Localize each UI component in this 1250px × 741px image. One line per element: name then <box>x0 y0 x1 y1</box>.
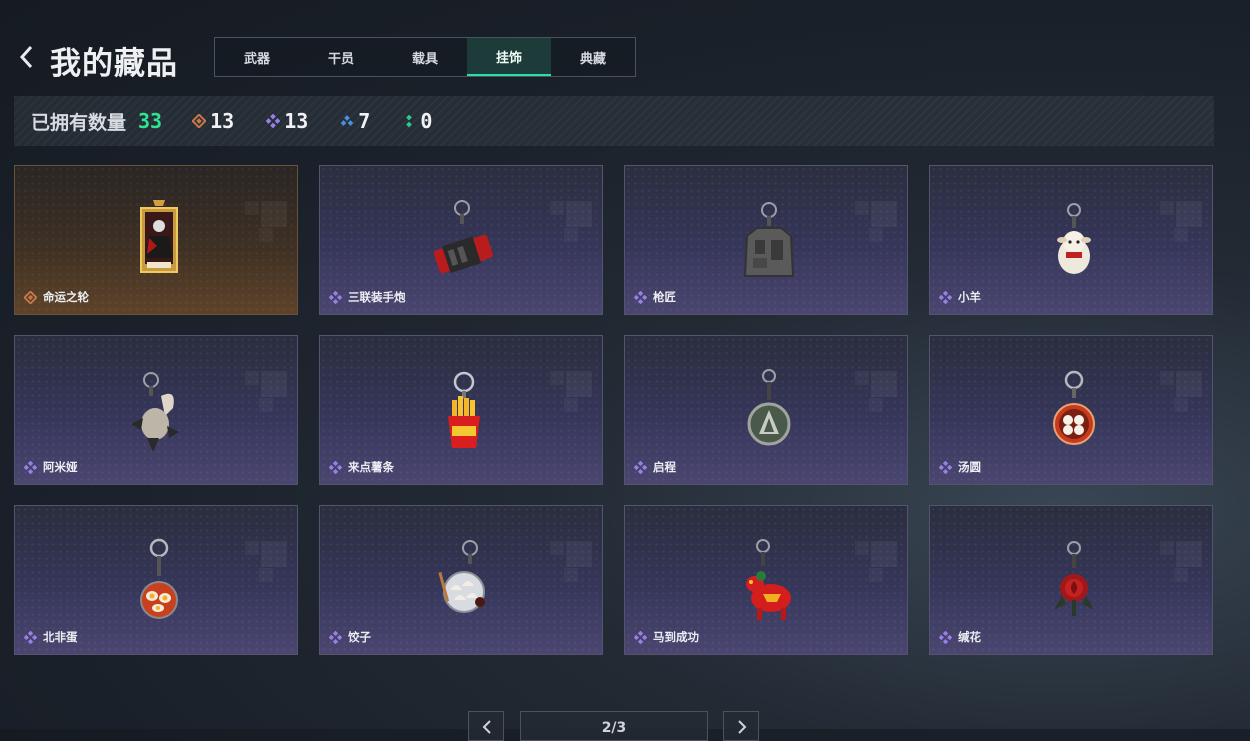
charm-name: 饺子 <box>348 630 371 644</box>
purple-diamond-icon <box>266 114 281 128</box>
purple-rarity-icon <box>634 461 647 474</box>
charm-name: 缄花 <box>958 630 981 644</box>
gold-rarity-icon <box>24 291 37 304</box>
charm-card[interactable]: 缄花 <box>929 505 1213 655</box>
purple-rarity-icon <box>939 461 952 474</box>
charm-name: 来点薯条 <box>348 460 394 474</box>
purple-rarity-icon <box>634 631 647 644</box>
owned-label: 已拥有数量 <box>31 111 127 134</box>
charm-name: 枪匠 <box>653 290 676 304</box>
charm-card[interactable]: 命运之轮 <box>14 165 298 315</box>
purple-rarity-icon <box>24 461 37 474</box>
amiya-rabbit-charm <box>131 372 179 452</box>
charm-card[interactable]: 启程 <box>624 335 908 485</box>
chevron-left-icon <box>482 720 491 734</box>
tangyuan-bowl-charm <box>1053 370 1095 445</box>
charm-card[interactable]: 阿米娅 <box>14 335 298 485</box>
red-horse-charm <box>746 539 791 620</box>
charm-name: 北非蛋 <box>43 630 78 644</box>
tab-collection[interactable]: 典藏 <box>551 38 635 76</box>
purple-rarity-icon <box>939 631 952 644</box>
departure-medal-charm <box>747 369 791 446</box>
green-dots-icon <box>406 114 413 128</box>
lamb-charm <box>1057 203 1091 274</box>
blue-count: 7 <box>340 109 370 133</box>
charm-card[interactable]: 北非蛋 <box>14 505 298 655</box>
green-count: 0 <box>402 109 432 133</box>
chevron-left-icon <box>19 45 33 69</box>
charm-card[interactable]: 汤圆 <box>929 335 1213 485</box>
dumplings-plate-charm <box>438 540 485 613</box>
purple-rarity-icon <box>24 631 37 644</box>
owned-total: 33 <box>138 109 163 133</box>
charm-card[interactable]: 小羊 <box>929 165 1213 315</box>
page-title: 我的藏品 <box>50 46 178 82</box>
rose-charm <box>1054 541 1094 616</box>
tab-weapons[interactable]: 武器 <box>215 38 299 76</box>
category-tabs: 武器 干员 载具 挂饰 典藏 <box>214 37 636 77</box>
charm-name: 三联装手炮 <box>348 290 406 304</box>
hand-cannon-charm <box>433 200 493 274</box>
shakshuka-pan-charm <box>140 538 178 619</box>
owned-stats-bar: 已拥有数量 33 13 13 7 0 <box>14 96 1214 146</box>
chevron-right-icon <box>738 720 747 734</box>
charm-card[interactable]: 来点薯条 <box>319 335 603 485</box>
prev-page-button[interactable] <box>468 711 504 741</box>
blue-diamond-icon <box>340 115 354 126</box>
charm-name: 命运之轮 <box>43 290 89 304</box>
charm-name: 小羊 <box>958 290 981 304</box>
charm-card[interactable]: 三联装手炮 <box>319 165 603 315</box>
tab-vehicles[interactable]: 载具 <box>383 38 467 76</box>
charm-name: 汤圆 <box>958 460 981 474</box>
gold-diamond-icon <box>192 114 207 128</box>
fate-wheel-card-charm <box>140 200 178 273</box>
tab-charms[interactable]: 挂饰 <box>467 38 551 76</box>
next-page-button[interactable] <box>723 711 759 741</box>
charm-card[interactable]: 马到成功 <box>624 505 908 655</box>
purple-rarity-icon <box>939 291 952 304</box>
page-number: 2/3 <box>601 720 627 736</box>
charm-card[interactable]: 枪匠 <box>624 165 908 315</box>
back-button[interactable] <box>16 42 38 72</box>
gunsmith-vest-charm <box>743 202 795 277</box>
tab-operators[interactable]: 干员 <box>299 38 383 76</box>
purple-rarity-icon <box>329 461 342 474</box>
gold-count: 13 <box>192 109 234 133</box>
charm-card[interactable]: 饺子 <box>319 505 603 655</box>
fries-charm <box>448 371 480 448</box>
charm-name: 启程 <box>653 460 676 474</box>
purple-rarity-icon <box>634 291 647 304</box>
charm-name: 马到成功 <box>653 630 699 644</box>
page-indicator: 2/3 <box>520 711 708 741</box>
purple-count: 13 <box>266 109 308 133</box>
purple-rarity-icon <box>329 291 342 304</box>
purple-rarity-icon <box>329 631 342 644</box>
charm-name: 阿米娅 <box>43 460 78 474</box>
